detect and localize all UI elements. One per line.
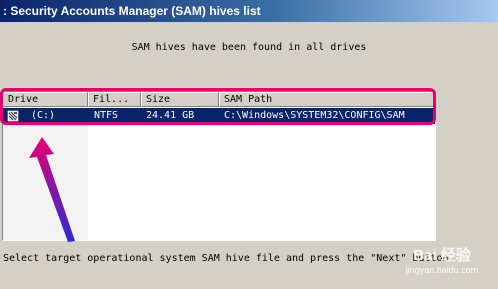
watermark-logo: Bai 经验 bbox=[413, 247, 471, 264]
watermark-url: jingyan.baidu.com bbox=[405, 265, 479, 275]
baidu-watermark: Bai 经验 jingyan.baidu.com bbox=[392, 244, 492, 275]
